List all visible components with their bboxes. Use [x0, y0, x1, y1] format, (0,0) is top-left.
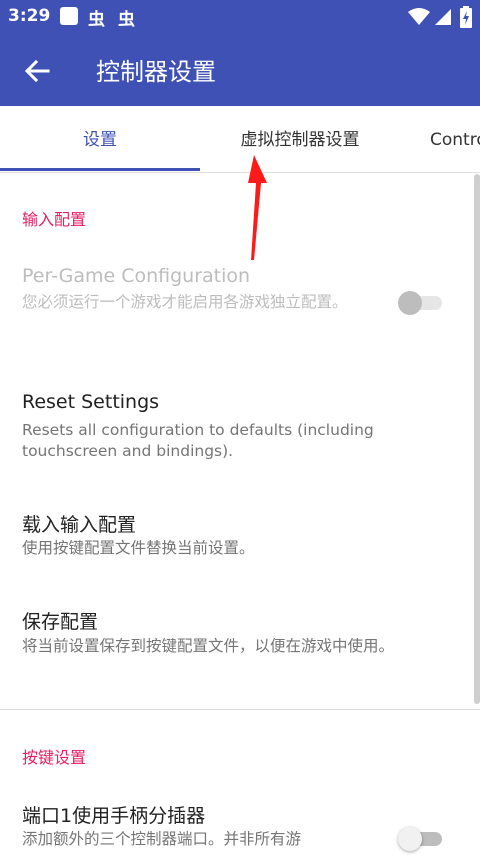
status-bar: 3:29 虫 虫: [0, 0, 480, 34]
pref-title: Per-Game Configuration: [22, 265, 251, 287]
back-arrow-icon[interactable]: [22, 56, 52, 86]
settings-list: 输入配置 Per-Game Configuration 您必须运行一个游戏才能启…: [0, 172, 480, 855]
pref-summary: 将当前设置保存到按键配置文件，以便在游戏中使用。: [22, 637, 395, 655]
wifi-icon: [408, 8, 430, 25]
app-bar: 控制器设置: [0, 34, 480, 106]
app-square-icon: [60, 7, 78, 25]
category-input-config: 输入配置: [22, 210, 87, 229]
per-game-toggle[interactable]: [398, 289, 442, 315]
switch-thumb: [398, 291, 422, 315]
switch-thumb: [398, 827, 422, 851]
pref-title: 载入输入配置: [22, 514, 137, 536]
signal-icon: [435, 9, 451, 25]
pref-title: 保存配置: [22, 611, 99, 633]
pref-summary: 您必须运行一个游戏才能启用各游戏独立配置。: [22, 293, 348, 311]
port1-multitap-toggle[interactable]: [398, 825, 442, 851]
notification-glyph-2: 虫: [118, 10, 135, 30]
section-divider: [0, 709, 480, 710]
status-time: 3:29: [8, 6, 51, 26]
pref-summary: 添加额外的三个控制器端口。并非所有游: [22, 830, 302, 848]
pref-title: 端口1使用手柄分插器: [22, 805, 206, 827]
pref-title: Reset Settings: [22, 391, 160, 413]
tab-settings[interactable]: 设置: [0, 106, 200, 172]
scrollbar[interactable]: [474, 174, 480, 704]
pref-summary: Resets all configuration to defaults (in…: [22, 421, 374, 460]
category-button-settings: 按键设置: [22, 748, 87, 767]
battery-charging-icon: [460, 6, 472, 28]
tab-indicator: [0, 168, 200, 171]
tab-virtual-controller-settings[interactable]: 虚拟控制器设置: [200, 106, 400, 172]
annotation-arrow-icon: [248, 155, 267, 260]
page-title: 控制器设置: [96, 58, 216, 86]
tab-controller[interactable]: Contro: [430, 106, 480, 172]
notification-glyph-1: 虫: [88, 10, 105, 30]
pref-summary: 使用按键配置文件替换当前设置。: [22, 539, 255, 557]
